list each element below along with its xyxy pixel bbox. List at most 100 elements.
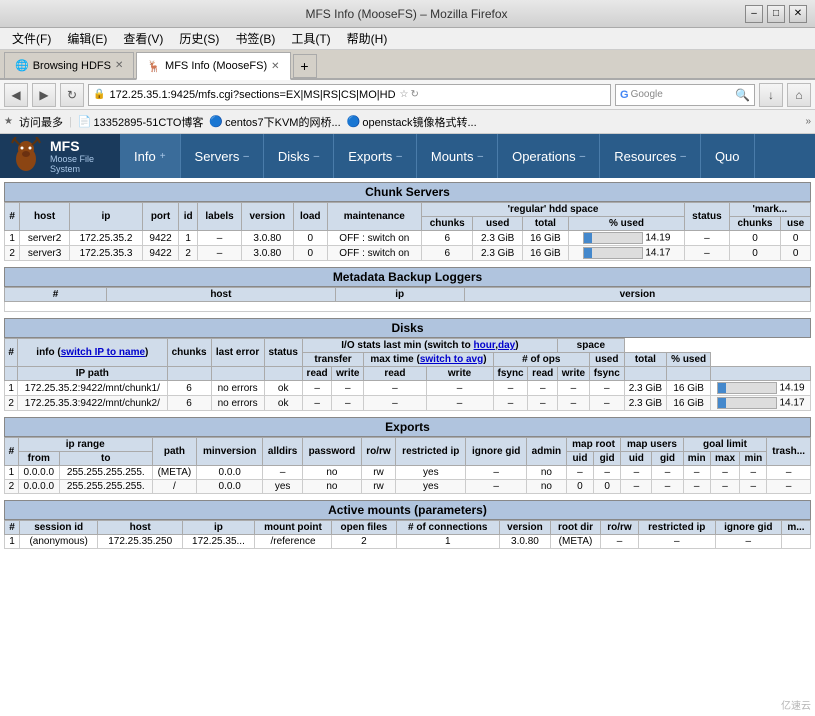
search-box[interactable]: G Google 🔍: [615, 84, 755, 106]
close-button[interactable]: ✕: [789, 5, 807, 23]
menu-help[interactable]: 帮助(H): [339, 28, 396, 49]
url-refresh[interactable]: ↻: [410, 89, 418, 100]
menu-bookmarks[interactable]: 书签(B): [227, 28, 283, 49]
downloads-button[interactable]: ↓: [759, 83, 783, 107]
col-read-transfer: read: [302, 367, 332, 381]
mfs-logo: MFS Moose File System: [0, 134, 120, 178]
nav-tab-operations[interactable]: Operations –: [498, 134, 600, 178]
col-mark-chunks: chunks: [729, 217, 780, 231]
maximize-button[interactable]: □: [767, 5, 785, 23]
tab-hdfs-icon: 🌐: [15, 59, 29, 72]
col-open-files: open files: [332, 521, 396, 535]
bookmarks-bar: ★ 访问最多 | 📄 13352895-51CTO博客 🔵 centos7下KV…: [0, 110, 815, 134]
tab-bar: 🌐 Browsing HDFS ✕ 🦌 MFS Info (MooseFS) ✕…: [0, 50, 815, 80]
nav-tab-exports-arrow: –: [396, 151, 402, 162]
tab-mfs-close[interactable]: ✕: [271, 61, 279, 72]
window-controls[interactable]: – □ ✕: [745, 5, 807, 23]
col-users-uid: uid: [621, 452, 652, 466]
bm-most-visited[interactable]: 访问最多: [19, 114, 63, 130]
switch-ip-link[interactable]: switch IP to name: [61, 347, 145, 358]
tab-mfs[interactable]: 🦌 MFS Info (MooseFS) ✕: [136, 52, 290, 80]
nav-tab-mounts[interactable]: Mounts –: [417, 134, 498, 178]
col-mnt-version: version: [499, 521, 550, 535]
disk-progress-1: [717, 382, 777, 394]
metadata-backup-table: # host ip version: [4, 287, 811, 312]
disk-progress-2: [717, 397, 777, 409]
minimize-button[interactable]: –: [745, 5, 763, 23]
col-regular-hdd: 'regular' hdd space: [421, 203, 684, 217]
col-session-id: session id: [20, 521, 98, 535]
nav-tab-info-label: Info: [134, 149, 156, 164]
window-title: MFS Info (MooseFS) – Mozilla Firefox: [68, 7, 745, 21]
table-row: 1 172.25.35.2:9422/mnt/chunk1/ 6 no erro…: [5, 381, 811, 396]
bm-kvm[interactable]: 🔵 centos7下KVM的网桥...: [209, 114, 340, 130]
col-disk-status: status: [264, 339, 302, 367]
day-link[interactable]: day: [498, 340, 515, 351]
col-used: used: [589, 353, 624, 367]
table-row: 2 0.0.0.0 255.255.255.255. / 0.0.0 yes n…: [5, 480, 811, 494]
col-goal-min: min: [683, 452, 710, 466]
col-mnt-host: host: [98, 521, 183, 535]
col-transfer: transfer: [302, 353, 363, 367]
col-exp-password: password: [303, 438, 362, 466]
col-root-gid: gid: [594, 452, 621, 466]
menu-tools[interactable]: 工具(T): [283, 28, 338, 49]
col-ip: ip: [69, 203, 142, 231]
new-tab-button[interactable]: +: [293, 54, 317, 78]
nav-tab-exports[interactable]: Exports –: [334, 134, 417, 178]
col-space: space: [558, 339, 625, 353]
menu-edit[interactable]: 编辑(E): [59, 28, 115, 49]
col-fsync-ops: fsync: [589, 367, 624, 381]
col-labels: labels: [198, 203, 241, 231]
nav-tab-resources[interactable]: Resources –: [600, 134, 701, 178]
tab-mfs-icon: 🦌: [147, 60, 161, 73]
tab-hdfs[interactable]: 🌐 Browsing HDFS ✕: [4, 52, 134, 78]
menu-view[interactable]: 查看(V): [115, 28, 171, 49]
col-users-gid: gid: [652, 452, 683, 466]
bm-openstack[interactable]: 🔵 openstack镜像格式转...: [347, 114, 477, 130]
progress-bar-2: [583, 247, 643, 259]
col-read-ops: read: [528, 367, 558, 381]
col-mbl-ip: ip: [335, 288, 464, 302]
url-box[interactable]: 🔒 172.25.35.1:9425/mfs.cgi?sections=EX|M…: [88, 84, 611, 106]
nav-tab-quo[interactable]: Quo: [701, 134, 755, 178]
col-disk-num: #: [5, 339, 18, 367]
nav-tab-disks-label: Disks: [278, 149, 310, 164]
tab-hdfs-close[interactable]: ✕: [115, 60, 123, 71]
col-mbl-host: host: [107, 288, 336, 302]
avg-link[interactable]: switch to avg: [420, 354, 483, 365]
nav-tab-info[interactable]: Info +: [120, 134, 181, 178]
url-star[interactable]: ☆: [400, 89, 409, 100]
menu-file[interactable]: 文件(F): [4, 28, 59, 49]
col-connections: # of connections: [396, 521, 499, 535]
col-exp-restricted: restricted ip: [396, 438, 466, 466]
col-exp-num: #: [5, 438, 19, 466]
search-icon[interactable]: 🔍: [735, 88, 750, 102]
menu-history[interactable]: 历史(S): [171, 28, 227, 49]
table-row-empty: [5, 302, 811, 312]
nav-tab-mounts-arrow: –: [478, 151, 484, 162]
home-button[interactable]: ⌂: [787, 83, 811, 107]
chunk-servers-section: Chunk Servers # host ip port id labels v…: [4, 182, 811, 261]
col-host: host: [20, 203, 69, 231]
back-button[interactable]: ◀: [4, 83, 28, 107]
col-write-time: write: [426, 367, 493, 381]
main-content: Chunk Servers # host ip port id labels v…: [0, 178, 815, 716]
nav-tab-disks[interactable]: Disks –: [264, 134, 334, 178]
col-used: used: [473, 217, 522, 231]
bm-kvm-icon: 🔵: [209, 115, 223, 128]
bm-more[interactable]: »: [805, 116, 811, 127]
bm-51cto[interactable]: 📄 13352895-51CTO博客: [78, 114, 204, 130]
col-mnt-restricted: restricted ip: [638, 521, 715, 535]
nav-tab-disks-arrow: –: [314, 151, 320, 162]
mfs-moose-icon: [8, 137, 44, 176]
progress-fill-1: [584, 233, 592, 243]
chunk-servers-table: # host ip port id labels version load ma…: [4, 202, 811, 261]
nav-tab-servers[interactable]: Servers –: [181, 134, 264, 178]
col-map-root: map root: [566, 438, 620, 452]
hour-link[interactable]: hour: [474, 340, 496, 351]
tab-mfs-label: MFS Info (MooseFS): [165, 60, 267, 72]
reload-button[interactable]: ↻: [60, 83, 84, 107]
col-chunks: chunks: [421, 217, 472, 231]
forward-button[interactable]: ▶: [32, 83, 56, 107]
